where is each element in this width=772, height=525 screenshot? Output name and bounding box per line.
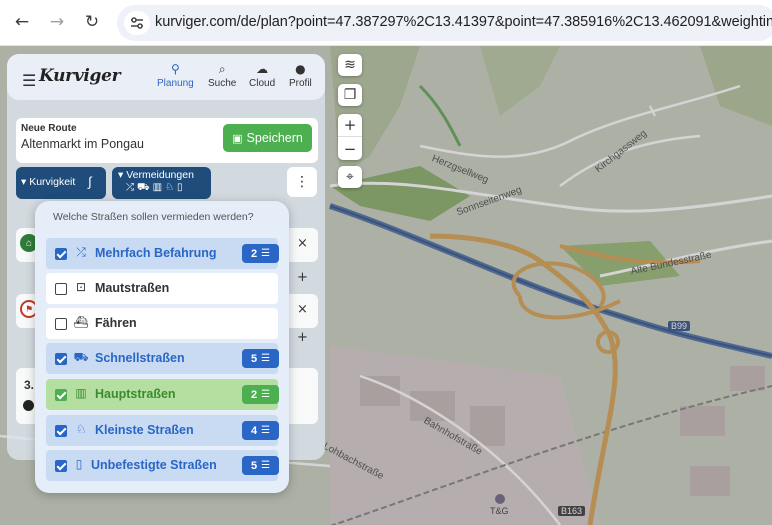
option-schnellstrassen[interactable]: ⛟ Schnellstraßen 5 ☰: [46, 343, 279, 374]
sliders-icon: ☰: [261, 353, 271, 364]
popup-title: Welche Straßen sollen vermieden werden?: [53, 211, 254, 223]
layers-button[interactable]: ≋: [338, 54, 362, 76]
kurviger-logo[interactable]: Kurviger: [39, 66, 121, 86]
curve-icon: ∫: [88, 174, 92, 189]
forward-arrow-icon[interactable]: →: [46, 11, 68, 33]
settings-badge[interactable]: 2 ☰: [242, 244, 279, 263]
zoom-out-button[interactable]: −: [338, 137, 362, 160]
tab-cloud[interactable]: ☁ Cloud: [249, 62, 275, 89]
checkbox[interactable]: [55, 318, 67, 330]
remove-waypoint-icon[interactable]: ×: [297, 236, 308, 251]
sliders-icon: ☰: [261, 425, 271, 436]
settings-badge[interactable]: 4 ☰: [242, 421, 279, 440]
remove-waypoint-icon[interactable]: ×: [297, 302, 308, 317]
option-kleinste-strassen[interactable]: ♘ Kleinste Straßen 4 ☰: [46, 415, 279, 446]
road-shield: B163: [558, 506, 586, 516]
url-text[interactable]: kurviger.com/de/plan?point=47.387297%2C1…: [155, 14, 772, 30]
menu-icon[interactable]: ☰: [22, 71, 36, 90]
option-unbefestigte-strassen[interactable]: ▯ Unbefestigte Straßen 5 ☰: [46, 450, 279, 481]
save-icon: ▣: [232, 131, 243, 145]
tab-planung[interactable]: ⚲ Planung: [157, 62, 194, 89]
checkbox[interactable]: [55, 460, 67, 472]
car-icon: ⛟: [73, 350, 89, 364]
settings-badge[interactable]: 5 ☰: [242, 349, 279, 368]
option-mehrfach-befahrung[interactable]: ⤮ Mehrfach Befahrung 2 ☰: [46, 238, 279, 269]
tab-suche[interactable]: ⌕ Suche: [208, 62, 236, 89]
checkbox[interactable]: [55, 425, 67, 437]
browser-toolbar: ← → ↻ kurviger.com/de/plan?point=47.3872…: [0, 0, 772, 46]
road-shield: B99: [668, 321, 691, 331]
overlay-button[interactable]: ❐: [338, 84, 362, 106]
checkbox[interactable]: [55, 248, 67, 260]
zoom-in-button[interactable]: +: [338, 114, 362, 137]
tab-profil[interactable]: ● Profil: [289, 62, 312, 89]
option-faehren[interactable]: ⛴ Fähren: [46, 308, 278, 339]
option-hauptstrassen[interactable]: ▥ Hauptstraßen 2 ☰: [46, 379, 279, 410]
person-icon: ●: [295, 62, 306, 76]
chevron-down-icon: ▾: [21, 176, 27, 188]
route-title: Neue Route: [21, 123, 77, 134]
avoidances-dropdown[interactable]: ▾ Vermeidungen ⤮⛟▥♘▯: [112, 167, 211, 199]
sliders-icon: ☰: [261, 460, 271, 471]
search-icon: ⌕: [218, 62, 226, 76]
shuffle-icon: ⤮: [76, 245, 86, 259]
settings-badge[interactable]: 5 ☰: [242, 456, 279, 475]
site-settings-icon[interactable]: [124, 11, 150, 35]
add-waypoint-icon[interactable]: +: [297, 270, 308, 285]
option-mautstrassen[interactable]: ⊡ Mautstraßen: [46, 273, 278, 304]
zoom-controls: + −: [338, 114, 362, 160]
reload-icon[interactable]: ↻: [81, 11, 103, 33]
poi-label: T&G: [490, 506, 509, 516]
route-icon: ⚲: [170, 62, 180, 76]
ferry-icon: ⛴: [73, 315, 89, 329]
settings-badge[interactable]: 2 ☰: [242, 385, 279, 404]
cloud-icon: ☁: [256, 62, 269, 76]
narrow-road-icon: ♘: [75, 422, 87, 436]
sliders-icon: ☰: [261, 389, 271, 400]
sliders-icon: ☰: [261, 248, 271, 259]
add-waypoint-icon[interactable]: +: [297, 330, 308, 345]
checkbox[interactable]: [55, 389, 67, 401]
summary-text: 3.: [24, 378, 35, 392]
curviness-dropdown[interactable]: ▾ Kurvigkeit ∫: [16, 167, 106, 199]
road-icon: ▥: [75, 386, 87, 400]
locate-button[interactable]: ⌖: [338, 166, 362, 188]
chevron-down-icon: ▾: [118, 169, 124, 181]
route-name[interactable]: Altenmarkt im Pongau: [21, 137, 144, 151]
save-button[interactable]: ▣ Speichern: [223, 124, 312, 152]
gravel-icon: ▯: [75, 457, 83, 471]
app-header: ☰ Kurviger ⚲ Planung ⌕ Suche ☁ Cloud ● P…: [7, 54, 325, 100]
toll-icon: ⊡: [75, 280, 87, 294]
address-bar[interactable]: kurviger.com/de/plan?point=47.387297%2C1…: [117, 5, 772, 41]
info-icon: [23, 400, 34, 411]
avoidance-icons: ⤮⛟▥♘▯: [126, 182, 186, 193]
avoidance-popup: Welche Straßen sollen vermieden werden? …: [35, 201, 289, 493]
more-options-button[interactable]: ⋮: [287, 167, 317, 197]
checkbox[interactable]: [55, 283, 67, 295]
back-arrow-icon[interactable]: ←: [11, 11, 33, 33]
checkbox[interactable]: [55, 353, 67, 365]
